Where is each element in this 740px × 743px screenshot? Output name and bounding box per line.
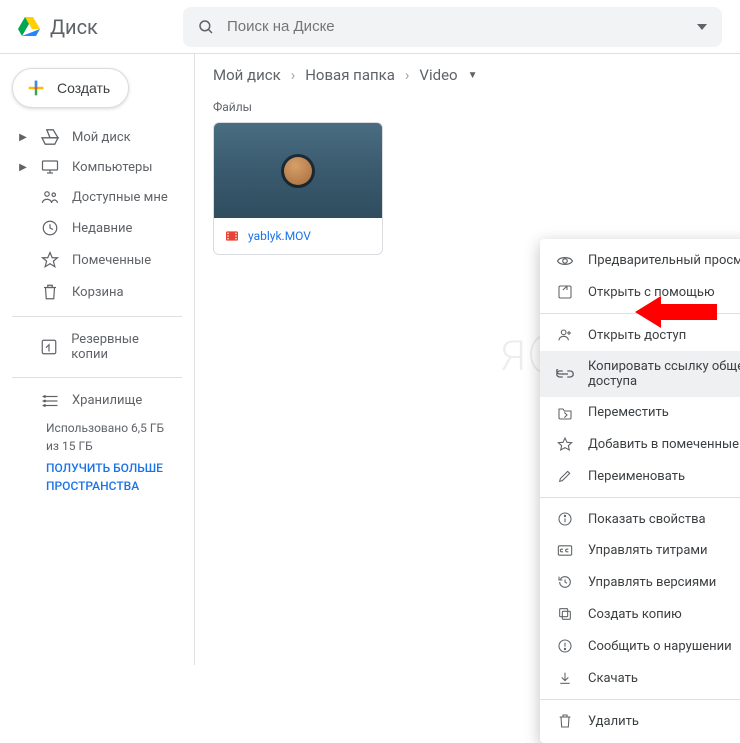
drive-logo-icon: [18, 17, 40, 37]
nav: ▶ Мой диск ▶ Компьютеры Доступные мне: [12, 122, 182, 495]
crumb[interactable]: Video: [419, 66, 457, 84]
ctx-star[interactable]: Добавить в помеченные: [540, 428, 740, 460]
ctx-copy-link[interactable]: Копировать ссылку общего доступа: [540, 351, 740, 397]
storage-used-text: Использовано 6,5 ГБ из 15 ГБ: [46, 419, 176, 455]
caret-right-icon: ▶: [18, 162, 28, 173]
pencil-icon: [556, 468, 574, 484]
new-button[interactable]: Создать: [12, 68, 129, 108]
ctx-divider: [540, 497, 740, 498]
crumb[interactable]: Мой диск: [213, 66, 281, 84]
search-box[interactable]: [183, 7, 722, 47]
star-outline-icon: [556, 436, 574, 452]
backups-icon: [40, 338, 59, 356]
storage-upgrade-link[interactable]: ПОЛУЧИТЬ БОЛЬШЕ ПРОСТРАНСТВА: [46, 459, 176, 495]
star-icon: [40, 251, 60, 269]
search-input[interactable]: [227, 18, 684, 35]
chevron-down-icon[interactable]: ▼: [468, 70, 478, 81]
annotation-arrow: [635, 296, 717, 328]
crumb[interactable]: Новая папка: [305, 66, 395, 84]
report-icon: [556, 638, 574, 654]
ctx-divider: [540, 699, 740, 700]
ctx-preview[interactable]: Предварительный просмотр: [540, 245, 740, 276]
nav-label: Помеченные: [72, 253, 151, 268]
nav-recent[interactable]: Недавние: [12, 212, 182, 244]
share-person-icon: [556, 327, 574, 343]
shared-icon: [40, 189, 60, 205]
search-options-caret-icon[interactable]: [696, 21, 708, 33]
info-icon: [556, 511, 574, 527]
ctx-versions[interactable]: Управлять версиями: [540, 566, 740, 598]
nav-label: Резервные копии: [71, 332, 176, 362]
file-card[interactable]: yablyk.MOV: [213, 122, 383, 255]
file-name: yablyk.MOV: [248, 229, 311, 243]
ctx-details[interactable]: Показать свойства: [540, 503, 740, 535]
nav-label: Корзина: [72, 285, 124, 300]
nav-storage[interactable]: Хранилище: [12, 386, 182, 415]
nav-label: Хранилище: [72, 393, 142, 408]
nav-backups[interactable]: Резервные копии: [12, 325, 182, 369]
brand-name: Диск: [50, 15, 98, 39]
recent-icon: [40, 219, 60, 237]
nav-starred[interactable]: Помеченные: [12, 244, 182, 276]
nav-shared[interactable]: Доступные мне: [12, 182, 182, 212]
nav-label: Мой диск: [72, 130, 131, 145]
eye-icon: [556, 254, 574, 268]
nav-label: Компьютеры: [72, 160, 152, 175]
sidebar-divider: [12, 316, 182, 317]
new-button-label: Создать: [57, 80, 110, 96]
copy-icon: [556, 606, 574, 622]
download-icon: [556, 670, 574, 686]
video-file-icon: [224, 228, 240, 244]
link-icon: [556, 369, 574, 379]
breadcrumbs: Мой диск › Новая папка › Video ▼: [213, 66, 722, 84]
ctx-move[interactable]: Переместить: [540, 397, 740, 428]
move-icon: [556, 406, 574, 420]
ctx-report[interactable]: Сообщить о нарушении: [540, 630, 740, 662]
sidebar: Создать ▶ Мой диск ▶ Компьютеры: [0, 54, 195, 665]
content-area: Мой диск › Новая папка › Video ▼ Файлы y…: [195, 54, 740, 665]
trash-icon: [40, 283, 60, 301]
caret-right-icon: ▶: [18, 132, 28, 143]
plus-icon: [25, 77, 47, 99]
chevron-right-icon: ›: [405, 66, 410, 84]
nav-my-drive[interactable]: ▶ Мой диск: [12, 122, 182, 152]
sidebar-divider: [12, 377, 182, 378]
ctx-delete[interactable]: Удалить: [540, 705, 740, 737]
my-drive-icon: [40, 129, 60, 145]
captions-icon: [556, 544, 574, 557]
ctx-rename[interactable]: Переименовать: [540, 460, 740, 492]
nav-label: Доступные мне: [72, 190, 168, 205]
storage-icon: [40, 394, 60, 408]
history-icon: [556, 574, 574, 590]
video-thumbnail: [214, 123, 382, 218]
ctx-captions[interactable]: Управлять титрами: [540, 535, 740, 566]
open-with-icon: [556, 284, 574, 300]
computers-icon: [40, 159, 60, 175]
nav-trash[interactable]: Корзина: [12, 276, 182, 308]
section-label: Файлы: [213, 100, 722, 114]
chevron-right-icon: ›: [291, 66, 296, 84]
trash-icon: [556, 713, 574, 729]
ctx-download[interactable]: Скачать: [540, 662, 740, 694]
nav-computers[interactable]: ▶ Компьютеры: [12, 152, 182, 182]
storage-info: Использовано 6,5 ГБ из 15 ГБ ПОЛУЧИТЬ БО…: [12, 415, 182, 495]
search-icon: [197, 18, 215, 36]
ctx-copy[interactable]: Создать копию: [540, 598, 740, 630]
brand[interactable]: Диск: [18, 15, 183, 39]
topbar: Диск: [0, 0, 740, 54]
nav-label: Недавние: [72, 221, 132, 236]
